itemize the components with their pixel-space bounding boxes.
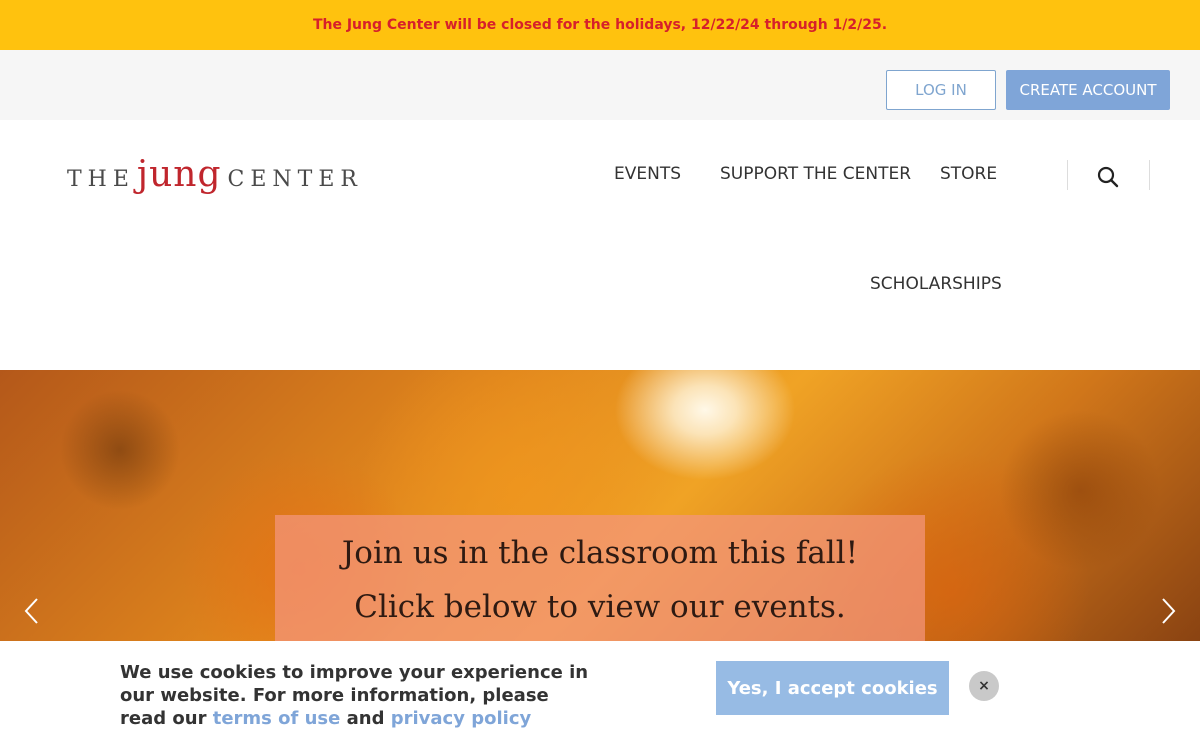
chevron-right-icon[interactable] xyxy=(1158,598,1178,624)
account-bar: LOG IN CREATE ACCOUNT xyxy=(0,50,1200,120)
logo-the: THE xyxy=(67,167,135,192)
hero-line-2: Click below to view our events. xyxy=(354,589,846,625)
search-icon[interactable] xyxy=(1097,166,1119,188)
terms-of-use-link[interactable]: terms of use xyxy=(213,708,341,729)
nav-divider xyxy=(1149,160,1150,190)
privacy-policy-link[interactable]: privacy policy xyxy=(391,708,531,729)
create-account-button[interactable]: CREATE ACCOUNT xyxy=(1006,70,1170,110)
site-header: THE jung CENTER EVENTS SUPPORT THE CENTE… xyxy=(0,120,1200,370)
logo-center: CENTER xyxy=(227,167,363,192)
hero-line-1: Join us in the classroom this fall! xyxy=(341,535,859,571)
logo-jung: jung xyxy=(136,154,222,195)
nav-support-the-center[interactable]: SUPPORT THE CENTER xyxy=(720,164,911,184)
hero-slider[interactable]: Join us in the classroom this fall! Clic… xyxy=(0,370,1200,641)
cookie-message: We use cookies to improve your experienc… xyxy=(120,661,590,730)
nav-divider xyxy=(1067,160,1068,190)
hero-caption[interactable]: Join us in the classroom this fall! Clic… xyxy=(275,515,925,641)
accept-cookies-button[interactable]: Yes, I accept cookies xyxy=(716,661,949,715)
nav-scholarships[interactable]: SCHOLARSHIPS xyxy=(870,274,1002,294)
nav-store[interactable]: STORE xyxy=(940,164,997,184)
announcement-banner: The Jung Center will be closed for the h… xyxy=(0,0,1200,50)
cookie-and-text: and xyxy=(340,708,391,729)
login-button[interactable]: LOG IN xyxy=(886,70,996,110)
announcement-text: The Jung Center will be closed for the h… xyxy=(312,17,888,33)
nav-events[interactable]: EVENTS xyxy=(614,164,681,184)
cookie-consent-bar: We use cookies to improve your experienc… xyxy=(0,641,1200,740)
close-icon[interactable]: × xyxy=(969,671,999,701)
site-logo[interactable]: THE jung CENTER xyxy=(67,154,363,195)
chevron-left-icon[interactable] xyxy=(22,598,42,624)
